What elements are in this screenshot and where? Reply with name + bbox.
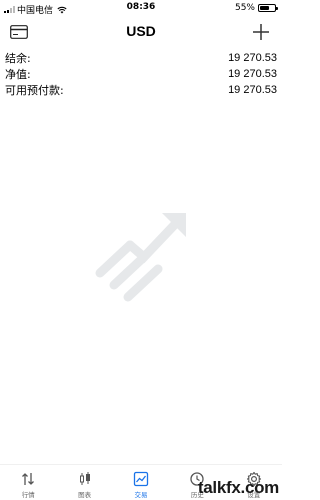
free-margin-value: 19 270.53 <box>228 84 277 96</box>
tab-charts[interactable]: 图表 <box>56 465 112 500</box>
page-title[interactable]: USD <box>0 23 282 39</box>
balance-label: 结余: <box>5 52 31 65</box>
trade-chart-icon <box>133 471 149 487</box>
balance-row: 结余: 19 270.53 <box>0 50 282 66</box>
free-margin-row: 可用预付款: 19 270.53 <box>0 82 282 98</box>
equity-label: 净值: <box>5 68 31 81</box>
header: USD <box>0 16 282 48</box>
battery-icon <box>258 4 278 12</box>
battery-percent: 55% <box>234 3 255 13</box>
balance-value: 19 270.53 <box>228 52 277 64</box>
tab-trade-label: 交易 <box>134 491 148 499</box>
battery-fill <box>260 6 269 10</box>
account-summary: 结余: 19 270.53 净值: 19 270.53 可用预付款: 19 27… <box>0 50 282 98</box>
tab-quotes[interactable]: 行情 <box>0 465 56 500</box>
free-margin-label: 可用预付款: <box>5 84 64 97</box>
tab-trade[interactable]: 交易 <box>113 465 169 500</box>
status-right: 55% <box>234 3 278 13</box>
talkfx-watermark: talkfx.com <box>197 478 279 497</box>
add-order-button[interactable] <box>250 21 272 43</box>
quotes-arrows-icon <box>22 473 35 485</box>
status-bar: 中国电信 08:36 55% <box>0 0 282 16</box>
tab-charts-label: 图表 <box>78 491 92 499</box>
equity-value: 19 270.53 <box>228 68 277 80</box>
empty-trade-logo-icon <box>95 213 186 302</box>
tab-quotes-label: 行情 <box>21 491 35 499</box>
candlestick-icon <box>79 472 90 485</box>
equity-row: 净值: 19 270.53 <box>0 66 282 82</box>
